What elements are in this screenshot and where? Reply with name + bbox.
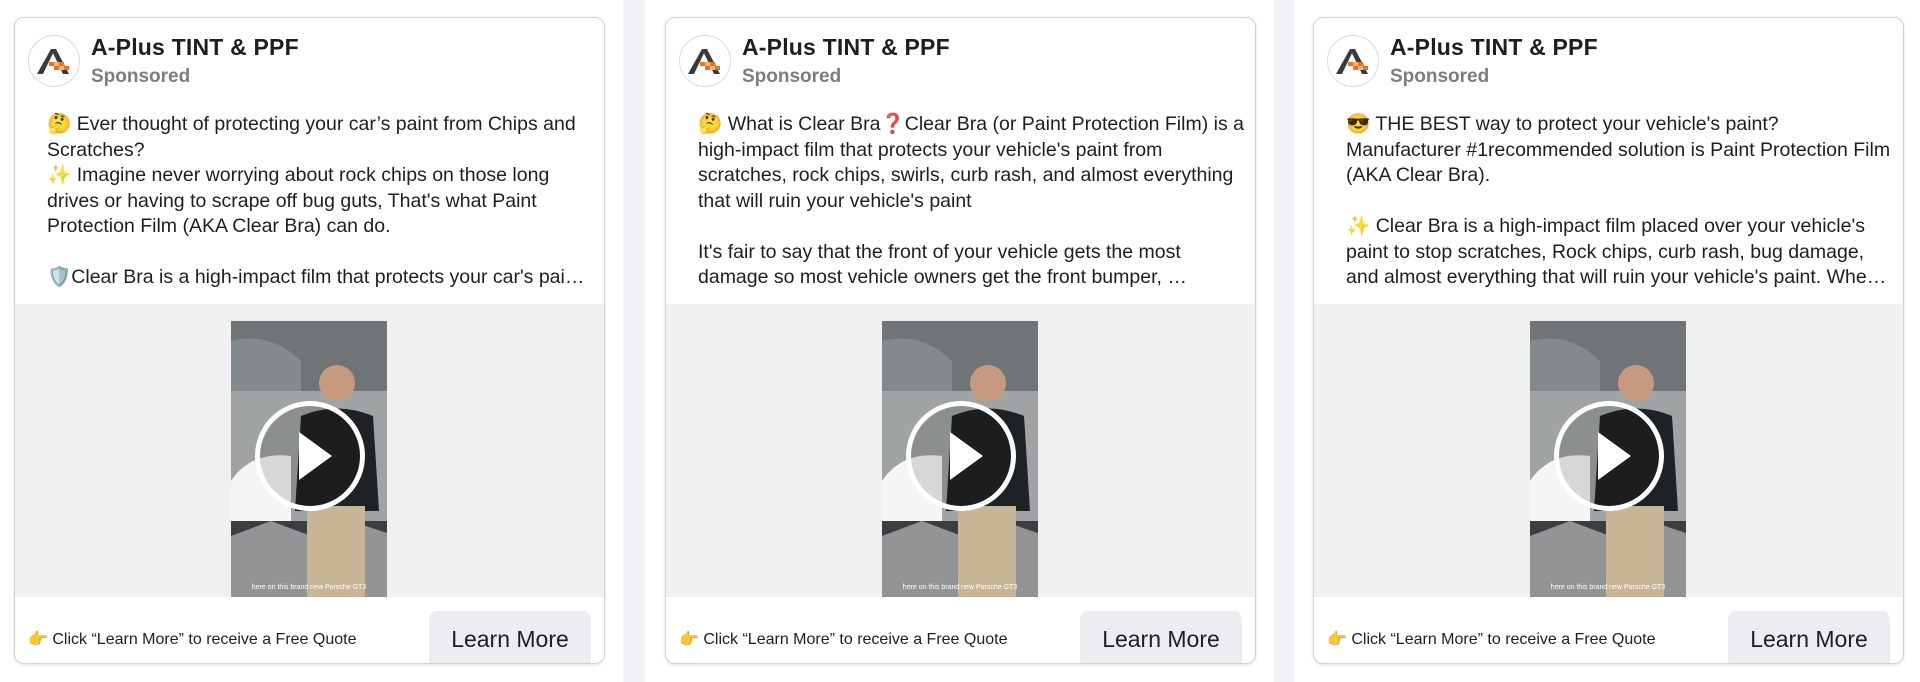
cta-text: 👉 Click “Learn More” to receive a Free Q… bbox=[28, 631, 357, 648]
body-line: ✨ Clear Bra is a high-impact film placed… bbox=[1346, 215, 1887, 288]
ad-media: here on this brand new Porsche GT3 bbox=[666, 304, 1255, 597]
ad-footer: 👉 Click “Learn More” to receive a Free Q… bbox=[1314, 597, 1903, 663]
body-line: ✨ Imagine never worrying about rock chip… bbox=[47, 164, 550, 237]
learn-more-button[interactable]: Learn More bbox=[1080, 611, 1242, 663]
a-plus-logo-icon[interactable] bbox=[28, 35, 80, 87]
page-name[interactable]: A-Plus TINT & PPF bbox=[742, 34, 950, 61]
video-caption: here on this brand new Porsche GT3 bbox=[902, 584, 1018, 591]
ad-media: here on this brand new Porsche GT3 bbox=[15, 304, 604, 597]
body-line: 🛡️Clear Bra is a high-impact film that p… bbox=[47, 266, 595, 288]
body-line: 🤔 Ever thought of protecting your car’s … bbox=[47, 113, 576, 161]
a-plus-logo-icon[interactable] bbox=[1327, 35, 1379, 87]
a-plus-logo-icon[interactable] bbox=[679, 35, 731, 87]
ad-media: here on this brand new Porsche GT3 bbox=[1314, 304, 1903, 597]
ad-card-1: A-Plus TINT & PPF Sponsored 🤔 Ever thoug… bbox=[14, 17, 605, 664]
ad-body-text: 🤔 Ever thought of protecting your car’s … bbox=[47, 112, 595, 292]
ad-body-text: 😎 THE BEST way to protect your vehicle's… bbox=[1346, 112, 1894, 292]
cta-text: 👉 Click “Learn More” to receive a Free Q… bbox=[679, 631, 1008, 648]
sponsored-label: Sponsored bbox=[742, 66, 842, 87]
page-name[interactable]: A-Plus TINT & PPF bbox=[91, 34, 299, 61]
learn-more-button[interactable]: Learn More bbox=[429, 611, 591, 663]
learn-more-button[interactable]: Learn More bbox=[1728, 611, 1890, 663]
feed-column-2: A-Plus TINT & PPF Sponsored 🤔 What is Cl… bbox=[645, 0, 1273, 682]
play-icon[interactable] bbox=[906, 401, 1016, 511]
video-caption: here on this brand new Porsche GT3 bbox=[251, 584, 367, 591]
sponsored-label: Sponsored bbox=[1390, 66, 1490, 87]
cta-text: 👉 Click “Learn More” to receive a Free Q… bbox=[1327, 631, 1656, 648]
ad-body-text: 🤔 What is Clear Bra❓Clear Bra (or Paint … bbox=[698, 112, 1246, 292]
body-line: 😎 THE BEST way to protect your vehicle's… bbox=[1346, 113, 1891, 186]
feed-column-1: A-Plus TINT & PPF Sponsored 🤔 Ever thoug… bbox=[0, 0, 623, 682]
ad-footer: 👉 Click “Learn More” to receive a Free Q… bbox=[15, 597, 604, 663]
page-name[interactable]: A-Plus TINT & PPF bbox=[1390, 34, 1598, 61]
ad-header: A-Plus TINT & PPF Sponsored bbox=[1314, 18, 1903, 118]
feed-column-3: A-Plus TINT & PPF Sponsored 😎 THE BEST w… bbox=[1295, 0, 1920, 682]
ad-card-2: A-Plus TINT & PPF Sponsored 🤔 What is Cl… bbox=[665, 17, 1256, 664]
sponsored-label: Sponsored bbox=[91, 66, 191, 87]
ad-header: A-Plus TINT & PPF Sponsored bbox=[15, 18, 604, 118]
ad-card-3: A-Plus TINT & PPF Sponsored 😎 THE BEST w… bbox=[1313, 17, 1904, 664]
play-icon[interactable] bbox=[1554, 401, 1664, 511]
ad-footer: 👉 Click “Learn More” to receive a Free Q… bbox=[666, 597, 1255, 663]
video-caption: here on this brand new Porsche GT3 bbox=[1550, 584, 1666, 591]
body-line: 🤔 What is Clear Bra❓Clear Bra (or Paint … bbox=[698, 113, 1244, 212]
body-line: It's fair to say that the front of your … bbox=[698, 240, 1187, 289]
ad-header: A-Plus TINT & PPF Sponsored bbox=[666, 18, 1255, 118]
play-icon[interactable] bbox=[255, 401, 365, 511]
